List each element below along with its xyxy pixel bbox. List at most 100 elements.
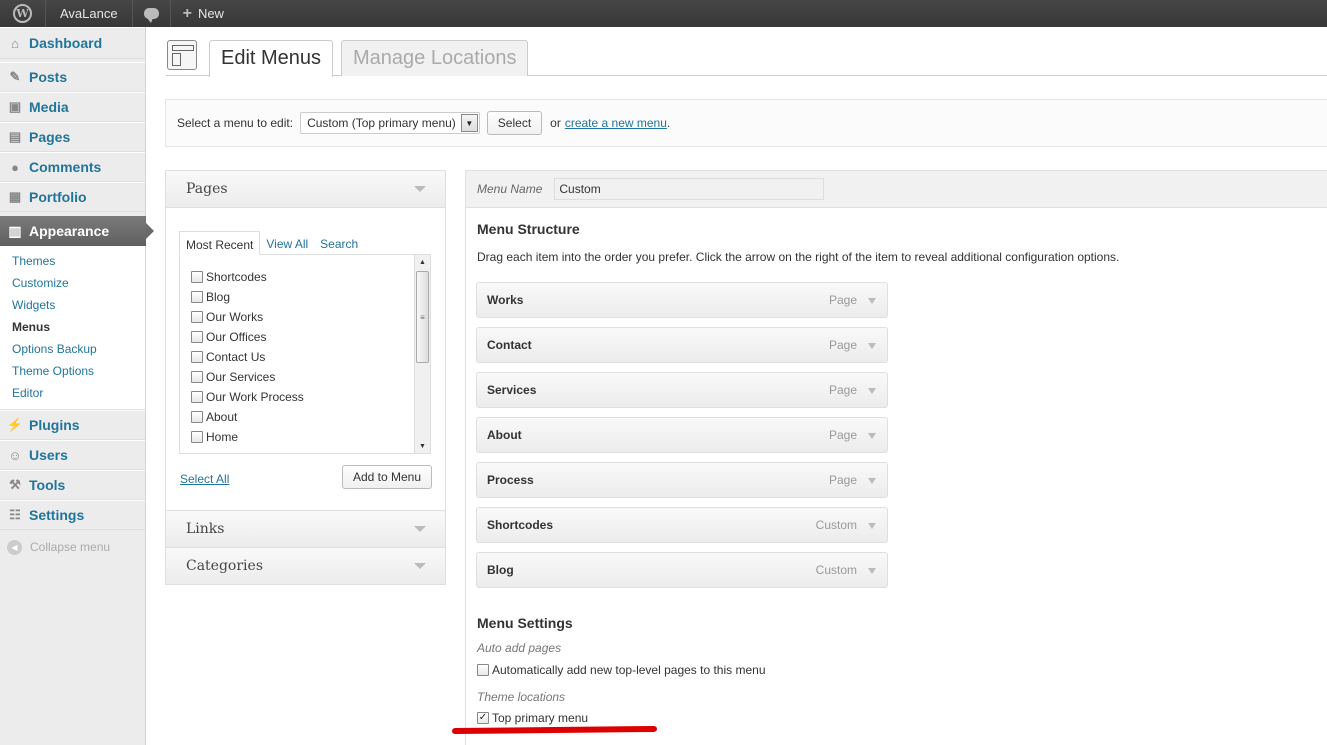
page-checkbox[interactable] <box>191 291 203 303</box>
menu-name-input[interactable]: Custom <box>554 178 825 200</box>
scroll-down-icon[interactable]: ▼ <box>415 439 430 453</box>
sidebar-item-appearance[interactable]: ▥ Appearance <box>0 216 154 246</box>
sidebar-item-plugins[interactable]: ⚡ Plugins <box>0 410 145 440</box>
menu-item-type: Page <box>828 473 857 487</box>
page-checkbox[interactable] <box>191 431 203 443</box>
accordion-arrow-icon <box>414 186 426 192</box>
menu-item-type: Page <box>828 428 857 442</box>
menu-item-bar[interactable]: Process Page <box>476 462 888 498</box>
menu-item-bar[interactable]: Shortcodes Custom <box>476 507 888 543</box>
page-checklist-item[interactable]: About <box>180 407 430 427</box>
sidebar-item-comments[interactable]: ● Comments <box>0 152 145 182</box>
menu-item-bar[interactable]: Works Page <box>476 282 888 318</box>
menu-item-bar[interactable]: About Page <box>476 417 888 453</box>
sidebar-item-posts[interactable]: ✎ Posts <box>0 62 145 92</box>
expand-arrow-icon[interactable] <box>868 433 876 439</box>
page-checkbox[interactable] <box>191 331 203 343</box>
page-checklist-item[interactable]: Blog <box>180 287 430 307</box>
page-checkbox[interactable] <box>191 391 203 403</box>
tab-edit-menus[interactable]: Edit Menus <box>209 40 334 77</box>
sidebar-item-tools[interactable]: ⚒ Tools <box>0 470 145 500</box>
links-accordion-title: Links <box>186 521 225 537</box>
page-checklist-label: Blog <box>206 290 231 304</box>
submenu-widgets[interactable]: Widgets <box>0 294 145 316</box>
page-checkbox[interactable] <box>191 311 203 323</box>
tab-view-all[interactable]: View All <box>260 231 314 255</box>
menus-screen-icon <box>167 40 197 70</box>
accordion-arrow-icon <box>414 563 426 569</box>
tab-most-recent[interactable]: Most Recent <box>179 231 261 255</box>
categories-accordion-header[interactable]: Categories <box>165 548 446 585</box>
sidebar-item-pages[interactable]: ▤ Pages <box>0 122 145 152</box>
submenu-theme-options[interactable]: Theme Options <box>0 360 145 382</box>
pages-checklist: Shortcodes Blog Our Works Our Offices Contac… <box>179 254 431 454</box>
accordion-arrow-icon <box>414 526 426 532</box>
sidebar-item-portfolio[interactable]: ▦ Portfolio <box>0 182 145 212</box>
menu-item-bar[interactable]: Contact Page <box>476 327 888 363</box>
expand-arrow-icon[interactable] <box>868 298 876 304</box>
menu-item-bar[interactable]: Services Page <box>476 372 888 408</box>
pages-accordion-header[interactable]: Pages <box>166 171 445 208</box>
page-checkbox[interactable] <box>191 351 203 363</box>
page-checklist-item[interactable]: Our Offices <box>180 327 430 347</box>
expand-arrow-icon[interactable] <box>868 388 876 394</box>
pages-scrollbar[interactable]: ▲ ≡ ▼ <box>414 255 430 453</box>
menu-select-value: Custom (Top primary menu) <box>307 116 456 130</box>
select-button[interactable]: Select <box>486 111 543 135</box>
new-label: New <box>197 6 224 21</box>
page-checklist-item[interactable]: Our Works <box>180 307 430 327</box>
submenu-menus[interactable]: Menus <box>0 316 145 338</box>
submenu-themes[interactable]: Themes <box>0 250 145 272</box>
menu-select-dropdown[interactable]: Custom (Top primary menu) ▼ <box>300 112 480 134</box>
menu-item-type: Page <box>828 338 857 352</box>
submenu-customize[interactable]: Customize <box>0 272 145 294</box>
menu-name-label: Menu Name <box>477 182 543 196</box>
add-to-menu-button[interactable]: Add to Menu <box>341 465 432 489</box>
sidebar-item-label: Portfolio <box>29 189 87 205</box>
expand-arrow-icon[interactable] <box>868 478 876 484</box>
tab-manage-locations[interactable]: Manage Locations <box>341 40 529 76</box>
sidebar-item-label: Settings <box>29 507 85 523</box>
menu-item-title: Works <box>487 293 524 307</box>
page-checklist-item[interactable]: Home <box>180 427 430 447</box>
expand-arrow-icon[interactable] <box>868 568 876 574</box>
create-new-menu-link[interactable]: create a new menu <box>565 116 667 130</box>
page-checklist-item[interactable]: Contact Us <box>180 347 430 367</box>
page-checkbox[interactable] <box>191 371 203 383</box>
tab-search[interactable]: Search <box>314 231 364 255</box>
auto-add-checkbox[interactable] <box>477 664 489 676</box>
wordpress-logo-icon[interactable]: W <box>0 0 46 27</box>
auto-add-pages-option[interactable]: Automatically add new top-level pages to… <box>477 663 766 677</box>
new-content-button[interactable]: + New <box>171 0 236 27</box>
submenu-editor[interactable]: Editor <box>0 382 145 404</box>
collapse-menu-button[interactable]: ◀ Collapse menu <box>0 530 145 564</box>
top-primary-menu-checkbox[interactable]: ✓ <box>477 712 489 724</box>
menu-item-bar[interactable]: Blog Custom <box>476 552 888 588</box>
page-checklist-item[interactable]: Our Services <box>180 367 430 387</box>
expand-arrow-icon[interactable] <box>868 343 876 349</box>
scroll-up-icon[interactable]: ▲ <box>415 255 430 269</box>
sidebar-item-settings[interactable]: ☷ Settings <box>0 500 145 530</box>
manage-menus-bar: Select a menu to edit: Custom (Top prima… <box>165 99 1327 147</box>
top-primary-menu-option[interactable]: ✓ Top primary menu <box>477 711 588 725</box>
links-accordion-header[interactable]: Links <box>165 511 446 548</box>
sidebar-item-dashboard[interactable]: ⌂ Dashboard <box>0 27 145 59</box>
sidebar-item-users[interactable]: ☺ Users <box>0 440 145 470</box>
expand-arrow-icon[interactable] <box>868 523 876 529</box>
scroll-thumb[interactable]: ≡ <box>416 271 429 363</box>
page-checklist-item[interactable]: Our Work Process <box>180 387 430 407</box>
menu-item-title: About <box>487 428 522 442</box>
page-checklist-item[interactable]: Shortcodes <box>180 267 430 287</box>
sidebar-item-label: Plugins <box>29 417 80 433</box>
page-checkbox[interactable] <box>191 271 203 283</box>
site-name-link[interactable]: AvaLance <box>46 0 133 27</box>
comments-icon[interactable] <box>133 0 171 27</box>
menu-item-title: Services <box>487 383 537 397</box>
submenu-options-backup[interactable]: Options Backup <box>0 338 145 360</box>
pin-icon: ✎ <box>9 69 21 84</box>
theme-locations-label: Theme locations <box>477 690 566 704</box>
page-checkbox[interactable] <box>191 411 203 423</box>
select-all-link[interactable]: Select All <box>180 472 229 486</box>
sidebar-item-media[interactable]: ▣ Media <box>0 92 145 122</box>
collapse-label: Collapse menu <box>30 540 111 554</box>
